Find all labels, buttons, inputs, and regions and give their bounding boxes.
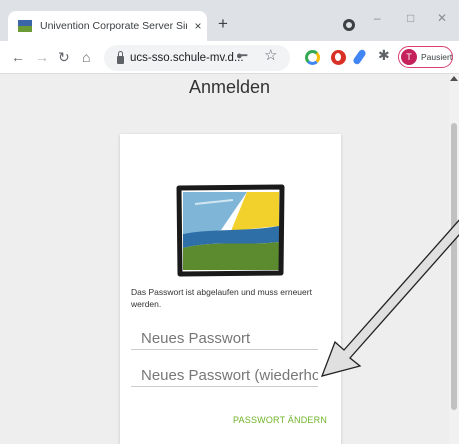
new-tab-button[interactable]: + (218, 14, 228, 34)
page-title: Anmelden (188, 77, 271, 97)
maximize-button[interactable]: □ (407, 11, 414, 25)
home-button[interactable]: ⌂ (82, 48, 90, 66)
login-card: Das Passwort ist abgelaufen und muss ern… (120, 134, 341, 444)
tab-search-icon[interactable] (343, 19, 355, 31)
browser-tab[interactable]: Univention Corporate Server Single-Sign-… (8, 11, 207, 41)
logo (176, 184, 285, 277)
scrollbar[interactable] (449, 74, 459, 444)
close-window-button[interactable]: ✕ (437, 11, 447, 25)
back-button[interactable]: ← (11, 48, 25, 66)
univention-favicon-icon (18, 20, 32, 32)
forward-button[interactable]: → (35, 48, 49, 66)
scrollbar-thumb[interactable] (451, 123, 457, 410)
profile-button[interactable]: T Pausiert (398, 46, 453, 68)
menu-icon[interactable]: ⋮ (454, 49, 459, 63)
lock-icon[interactable] (117, 50, 124, 64)
avatar: T (401, 49, 417, 65)
puzzle-icon[interactable]: ✱ (378, 47, 390, 64)
key-icon[interactable]: ●━ (236, 49, 247, 62)
repeat-password-input[interactable] (131, 365, 318, 386)
extension-feather-icon[interactable] (352, 48, 367, 66)
new-password-field (131, 328, 318, 350)
tab-strip: Univention Corporate Server Single-Sign-… (0, 0, 459, 41)
address-bar[interactable]: ucs-sso.schule-mv.d... (104, 45, 290, 71)
profile-status: Pausiert (421, 52, 453, 62)
url-text[interactable]: ucs-sso.schule-mv.d... (130, 52, 244, 64)
browser-toolbar: ← → ↻ ⌂ ucs-sso.schule-mv.d... ●━ ☆ ✱ T … (0, 41, 459, 74)
star-icon[interactable]: ☆ (264, 46, 277, 64)
extension-opera-icon[interactable] (331, 50, 346, 65)
reload-button[interactable]: ↻ (58, 48, 70, 66)
change-password-button[interactable]: PASSWORT ÄNDERN (233, 415, 327, 425)
minimize-button[interactable]: – (374, 11, 381, 25)
password-expired-message: Das Passwort ist abgelaufen und muss ern… (131, 287, 312, 309)
extension-chrome-icon[interactable] (305, 50, 320, 65)
page-content: Anmelden Das Passwort ist abgelaufen und… (0, 74, 459, 444)
repeat-password-field (131, 365, 318, 387)
scroll-up-icon[interactable] (450, 76, 458, 81)
tab-close-icon[interactable]: × (192, 19, 204, 33)
new-password-input[interactable] (131, 328, 318, 349)
tab-title: Univention Corporate Server Single-Sign-… (40, 20, 187, 32)
